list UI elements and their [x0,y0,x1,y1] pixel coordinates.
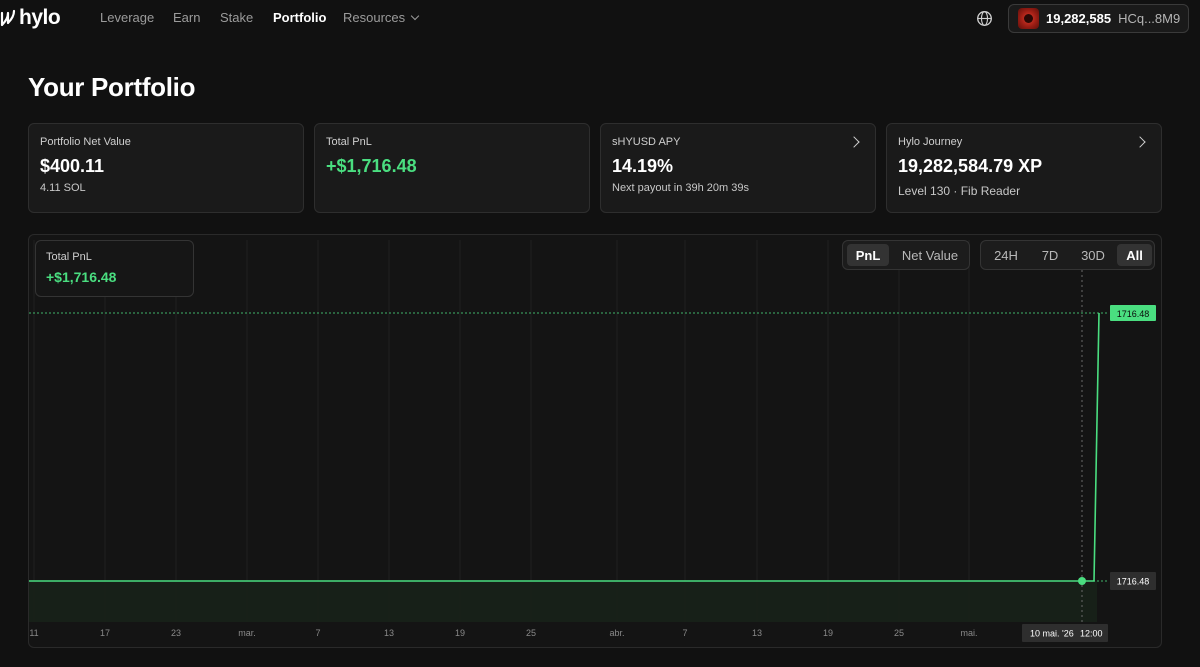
metric-pnl-button[interactable]: PnL [847,244,889,266]
hylo-logo-icon [0,9,16,27]
card-label: sHYUSD APY [612,136,681,148]
pnl-chart-panel [28,234,1162,648]
nav-link-stake[interactable]: Stake [220,10,253,25]
range-30d-button[interactable]: 30D [1073,244,1113,266]
card-label: Portfolio Net Value [40,136,131,148]
range-toggle: 24H 7D 30D All [980,240,1155,270]
card-net-value: Portfolio Net Value $400.11 4.11 SOL [28,123,304,213]
card-sub: 4.11 SOL [40,182,86,194]
metric-toggle: PnL Net Value [842,240,970,270]
nav-link-leverage[interactable]: Leverage [100,10,154,25]
globe-icon[interactable] [976,10,993,27]
range-7d-button[interactable]: 7D [1031,244,1069,266]
card-sub: Level 130 · Fib Reader [898,184,1021,198]
card-label: Hylo Journey [898,136,963,148]
nav-link-earn[interactable]: Earn [173,10,200,25]
card-value: $400.11 [40,156,105,176]
avatar [1018,8,1039,29]
chevron-right-icon [848,136,860,148]
card-sub: Next payout in 39h 20m 39s [612,182,749,194]
page-title: Your Portfolio [28,72,196,102]
nav-link-resources-label: Resources [343,10,406,25]
wallet-button[interactable]: 19,282,585 HCq...8M9 [1008,4,1189,33]
top-nav: hylo Leverage Earn Stake Portfolio Resou… [0,0,1200,36]
card-total-pnl: Total PnL +$1,716.48 [314,123,590,213]
card-value: +$1,716.48 [326,156,417,176]
range-24h-button[interactable]: 24H [985,244,1027,266]
card-label: Total PnL [326,136,372,148]
range-all-button[interactable]: All [1117,244,1152,266]
hylo-logo[interactable]: hylo [0,5,61,31]
nav-link-resources[interactable]: Resources [343,10,420,25]
chevron-right-icon [1134,136,1146,148]
card-value: 19,282,584.79 XP [898,156,1043,176]
tooltip-label: Total PnL [46,251,92,263]
tooltip-value: +$1,716.48 [46,269,117,285]
chart-tooltip: Total PnL +$1,716.48 [35,240,194,297]
metric-net-value-button[interactable]: Net Value [893,244,967,266]
card-hylo-journey[interactable]: Hylo Journey 19,282,584.79 XP Level 130 … [886,123,1162,213]
logo-text: hylo [19,6,61,29]
wallet-address: HCq...8M9 [1118,11,1181,26]
card-shyusd-apy[interactable]: sHYUSD APY 14.19% Next payout in 39h 20m… [600,123,876,213]
nav-link-portfolio[interactable]: Portfolio [273,10,326,25]
chevron-down-icon [410,11,420,21]
card-value: 14.19% [612,156,674,176]
wallet-xp: 19,282,585 [1046,11,1112,26]
